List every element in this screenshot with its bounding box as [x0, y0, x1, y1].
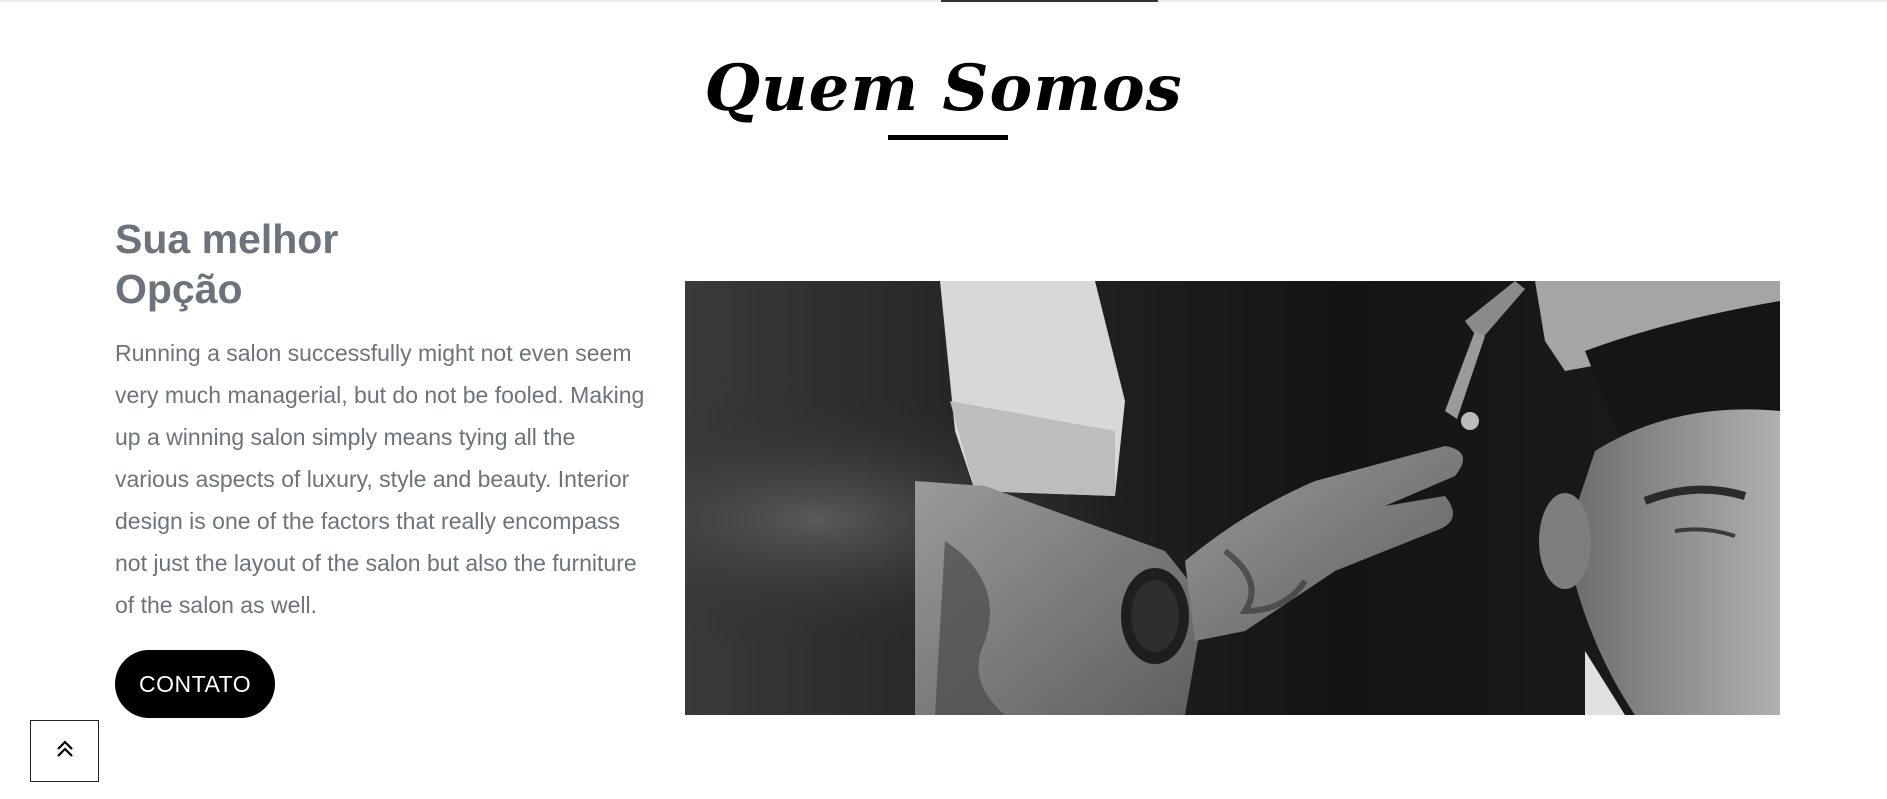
barber-cutting-hair-photo — [685, 281, 1780, 715]
active-nav-indicator — [941, 0, 1158, 2]
title-underline — [888, 135, 1008, 140]
about-description: Running a salon successfully might not e… — [115, 340, 645, 618]
about-subtitle-line-2: Opção — [115, 266, 243, 312]
contact-button[interactable]: CONTATO — [115, 650, 276, 718]
double-chevron-up-icon — [54, 738, 76, 765]
about-text-column: Sua melhor Opção Running a salon success… — [115, 214, 645, 718]
scroll-to-top-button[interactable] — [30, 720, 99, 782]
section-title: Quem Somos — [704, 51, 1183, 126]
about-subtitle-line-1: Sua melhor — [115, 216, 339, 262]
about-subtitle: Sua melhor Opção — [115, 214, 645, 314]
